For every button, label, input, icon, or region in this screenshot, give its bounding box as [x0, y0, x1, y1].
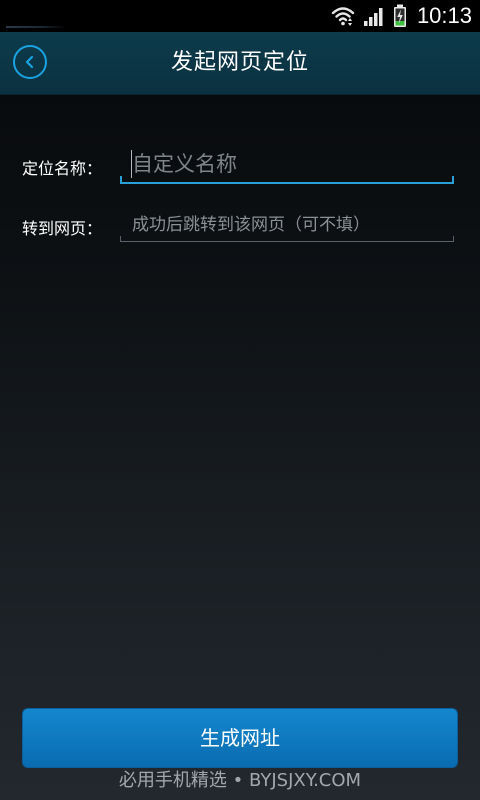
name-label: 定位名称：: [22, 159, 103, 178]
url-field: [120, 208, 454, 242]
title-bar: 发起网页定位: [0, 32, 480, 95]
url-input[interactable]: [120, 208, 454, 241]
watermark: 必用手机精选 • BYJSJXY.COM: [118, 770, 362, 791]
status-icons: 10:13: [331, 0, 472, 32]
screen: 10:13 发起网页定位 定位名称： 转到网页： 生成网址 必用手机精选 • B…: [0, 0, 480, 800]
clock: 10:13: [416, 3, 472, 28]
notification-indicator: [6, 26, 66, 28]
text-cursor: [131, 150, 132, 178]
wifi-icon: [331, 4, 355, 28]
page-title: 发起网页定位: [170, 50, 309, 75]
url-label: 转到网页：: [22, 219, 103, 238]
name-input[interactable]: [120, 146, 454, 182]
generate-url-button[interactable]: 生成网址: [22, 708, 458, 768]
signal-icon: [363, 5, 385, 27]
status-bar: 10:13: [0, 0, 480, 32]
name-field: [120, 146, 454, 184]
battery-charging-icon: [393, 4, 407, 28]
